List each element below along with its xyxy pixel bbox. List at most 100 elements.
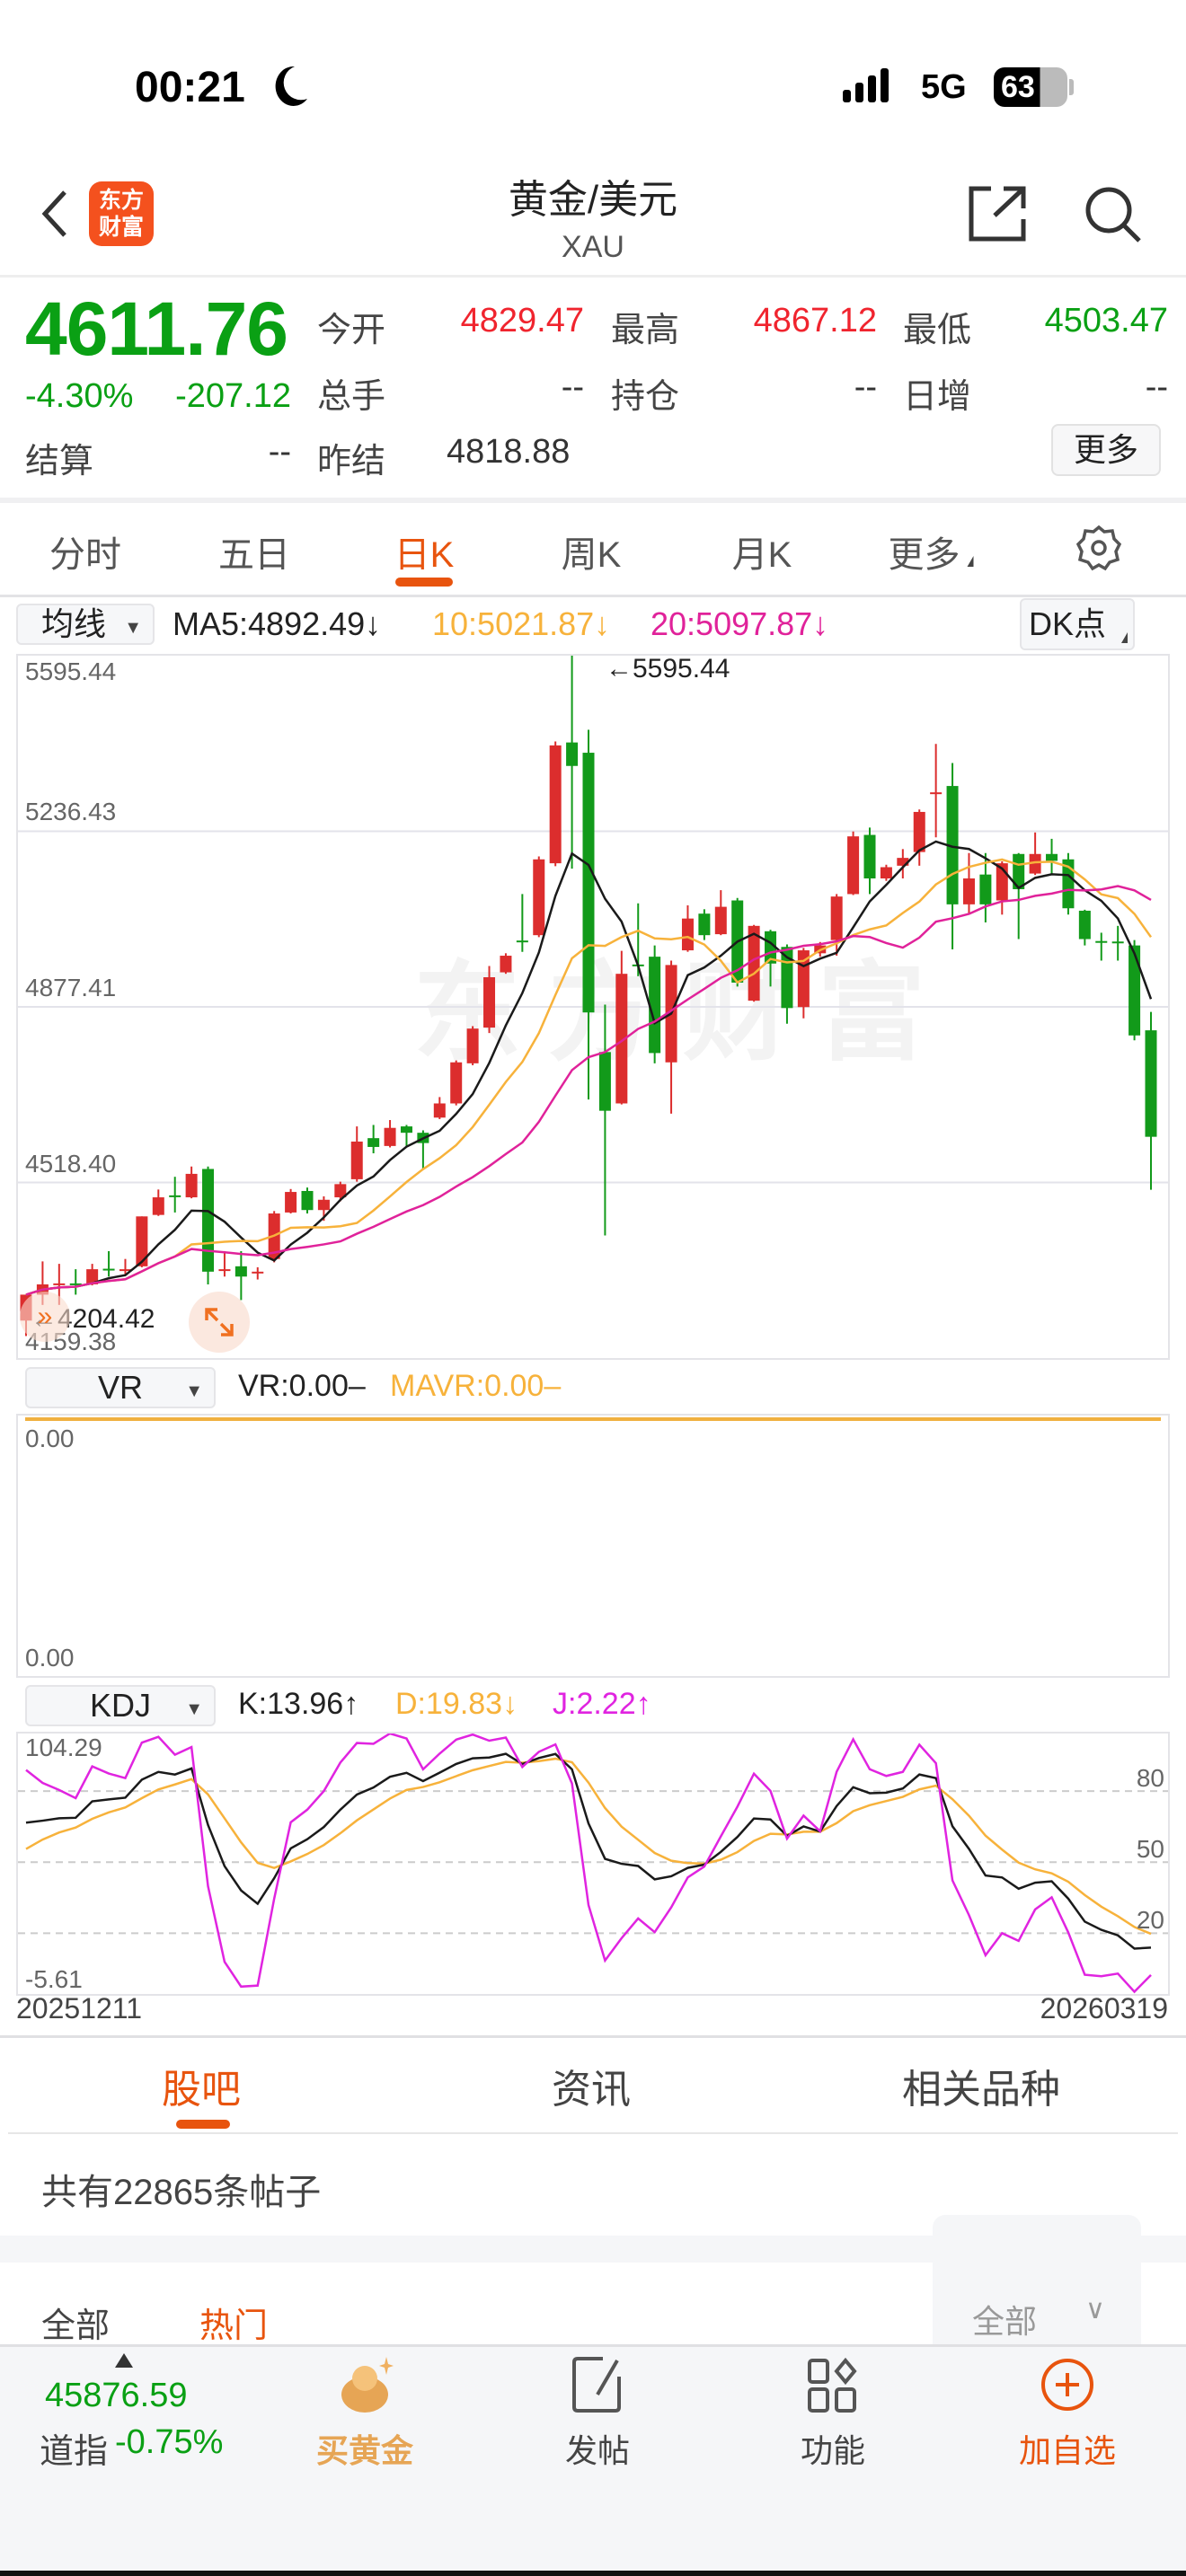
candle-body bbox=[1111, 941, 1124, 944]
compose-icon[interactable] bbox=[571, 2355, 624, 2414]
tab-daily-k[interactable]: 日K bbox=[394, 525, 455, 578]
kdj-select-label: KDJ bbox=[89, 1687, 151, 1724]
settlement-value: -- bbox=[268, 433, 291, 471]
gold-ingot-icon[interactable] bbox=[331, 2355, 403, 2414]
y-tick-label: -5.61 bbox=[25, 1965, 83, 1993]
max-price-label: ←5595.44 bbox=[606, 654, 730, 684]
volume-value: -- bbox=[561, 368, 584, 406]
tab-forum[interactable]: 股吧 bbox=[162, 2057, 241, 2114]
candle-body bbox=[384, 1127, 396, 1146]
signal-icon bbox=[843, 68, 889, 102]
open-value: 4829.47 bbox=[460, 302, 584, 340]
candle-body bbox=[350, 1141, 363, 1179]
caret-icon bbox=[1121, 632, 1128, 643]
candle-body bbox=[549, 745, 562, 864]
candle-body bbox=[202, 1169, 215, 1272]
vr-select-label: VR bbox=[97, 1369, 143, 1406]
candlestick-svg bbox=[18, 656, 1168, 1337]
bottom-edge bbox=[0, 2571, 1186, 2576]
index-value[interactable]: 45876.59 bbox=[45, 2377, 188, 2415]
active-tab-indicator bbox=[176, 2120, 230, 2129]
dk-point-label: DK点 bbox=[1029, 605, 1107, 642]
candle-body bbox=[1078, 910, 1091, 940]
candle-body bbox=[301, 1190, 314, 1211]
candle-body bbox=[830, 896, 843, 940]
active-tab-indicator bbox=[395, 578, 453, 587]
dropdown-triangle-icon: ▼ bbox=[185, 1381, 203, 1401]
prev-settlement-label: 昨结 bbox=[317, 443, 386, 481]
open-interest-label: 持仓 bbox=[611, 378, 680, 416]
tab-news[interactable]: 资讯 bbox=[552, 2057, 631, 2114]
add-watchlist-label[interactable]: 加自选 bbox=[1019, 2425, 1116, 2472]
high-value: 4867.12 bbox=[753, 302, 877, 340]
candle-body bbox=[863, 834, 876, 879]
candle-body bbox=[433, 1103, 446, 1118]
open-interest-value: -- bbox=[854, 368, 877, 406]
candle-body bbox=[880, 867, 892, 879]
candle-body bbox=[714, 906, 727, 935]
candle-body bbox=[400, 1126, 412, 1134]
candle-body bbox=[913, 811, 925, 852]
sort-dropdown[interactable]: 全部 ∨ bbox=[933, 2215, 1141, 2344]
add-circle-icon[interactable] bbox=[1039, 2355, 1096, 2414]
caret-icon bbox=[967, 556, 974, 567]
j-value: J:2.22↑ bbox=[553, 1687, 651, 1721]
kdj-chart[interactable]: 104.29 -5.61 80 50 20 bbox=[16, 1732, 1170, 1996]
open-label: 今开 bbox=[317, 312, 386, 349]
share-icon[interactable] bbox=[968, 185, 1029, 243]
indicator-select-vr[interactable]: VR ▼ bbox=[25, 1367, 216, 1408]
network-type: 5G bbox=[921, 68, 967, 106]
double-chevron-icon: » bbox=[37, 1301, 53, 1331]
tab-intraday[interactable]: 分时 bbox=[49, 525, 121, 578]
ref-line-label: 80 bbox=[1136, 1764, 1164, 1792]
candle-body bbox=[218, 1269, 231, 1272]
daily-increase-label: 日增 bbox=[903, 378, 972, 416]
functions-grid-icon[interactable] bbox=[806, 2355, 860, 2414]
end-date: 20260319 bbox=[1040, 1992, 1168, 2025]
search-icon[interactable] bbox=[1084, 185, 1143, 244]
prev-settlement-value: 4818.88 bbox=[447, 433, 571, 471]
low-label: 最低 bbox=[903, 312, 972, 349]
filter-all[interactable]: 全部 bbox=[41, 2298, 110, 2347]
candle-body bbox=[847, 836, 860, 895]
candle-body bbox=[516, 940, 528, 943]
candle-body bbox=[698, 913, 711, 936]
change-percent: -4.30% bbox=[25, 377, 134, 415]
indicator-select-kdj[interactable]: KDJ ▼ bbox=[25, 1685, 216, 1726]
indicator-select-ma[interactable]: 均线 ▼ bbox=[16, 604, 155, 645]
candle-body bbox=[582, 753, 595, 1013]
chevron-down-icon: ∨ bbox=[1085, 2295, 1105, 2325]
candle-body bbox=[102, 1268, 115, 1271]
candle-body bbox=[367, 1138, 380, 1147]
candle-body bbox=[1128, 945, 1141, 1036]
tab-weekly-k[interactable]: 周K bbox=[562, 525, 622, 578]
mavr-value: MAVR:0.00– bbox=[390, 1369, 562, 1403]
more-quote-button[interactable]: 更多 bbox=[1051, 424, 1161, 476]
candle-body bbox=[235, 1266, 247, 1277]
candle-body bbox=[317, 1199, 330, 1211]
post-label[interactable]: 发帖 bbox=[565, 2425, 630, 2472]
candlestick-chart[interactable]: 东方财富 5595.44 5236.43 4877.41 4518.40 415… bbox=[16, 654, 1170, 1360]
candle-body bbox=[169, 1195, 181, 1197]
index-change[interactable]: -0.75% bbox=[115, 2423, 223, 2462]
fullscreen-button[interactable] bbox=[189, 1292, 250, 1353]
candle-body bbox=[1145, 1030, 1157, 1137]
filter-hot[interactable]: 热门 bbox=[199, 2298, 268, 2347]
settings-gear-icon[interactable] bbox=[1076, 525, 1121, 571]
sort-dropdown-label: 全部 bbox=[972, 2303, 1038, 2340]
status-time: 00:21 bbox=[135, 64, 245, 111]
collapse-left-button[interactable]: » bbox=[20, 1292, 70, 1342]
tab-more[interactable]: 更多 bbox=[889, 525, 974, 578]
index-name[interactable]: 道指 bbox=[40, 2423, 108, 2473]
tab-monthly-k[interactable]: 月K bbox=[732, 525, 792, 578]
tab-five-day[interactable]: 五日 bbox=[218, 525, 290, 578]
tab-related[interactable]: 相关品种 bbox=[902, 2057, 1060, 2114]
candle-body bbox=[979, 874, 992, 904]
vr-chart[interactable]: 0.00 0.00 bbox=[16, 1414, 1170, 1678]
buy-gold-label[interactable]: 买黄金 bbox=[316, 2425, 413, 2472]
y-tick-label: 104.29 bbox=[25, 1734, 102, 1761]
functions-label[interactable]: 功能 bbox=[801, 2425, 865, 2472]
ref-line-label: 20 bbox=[1136, 1906, 1164, 1934]
settlement-label: 结算 bbox=[25, 443, 94, 481]
dk-point-button[interactable]: DK点 bbox=[1020, 598, 1135, 650]
